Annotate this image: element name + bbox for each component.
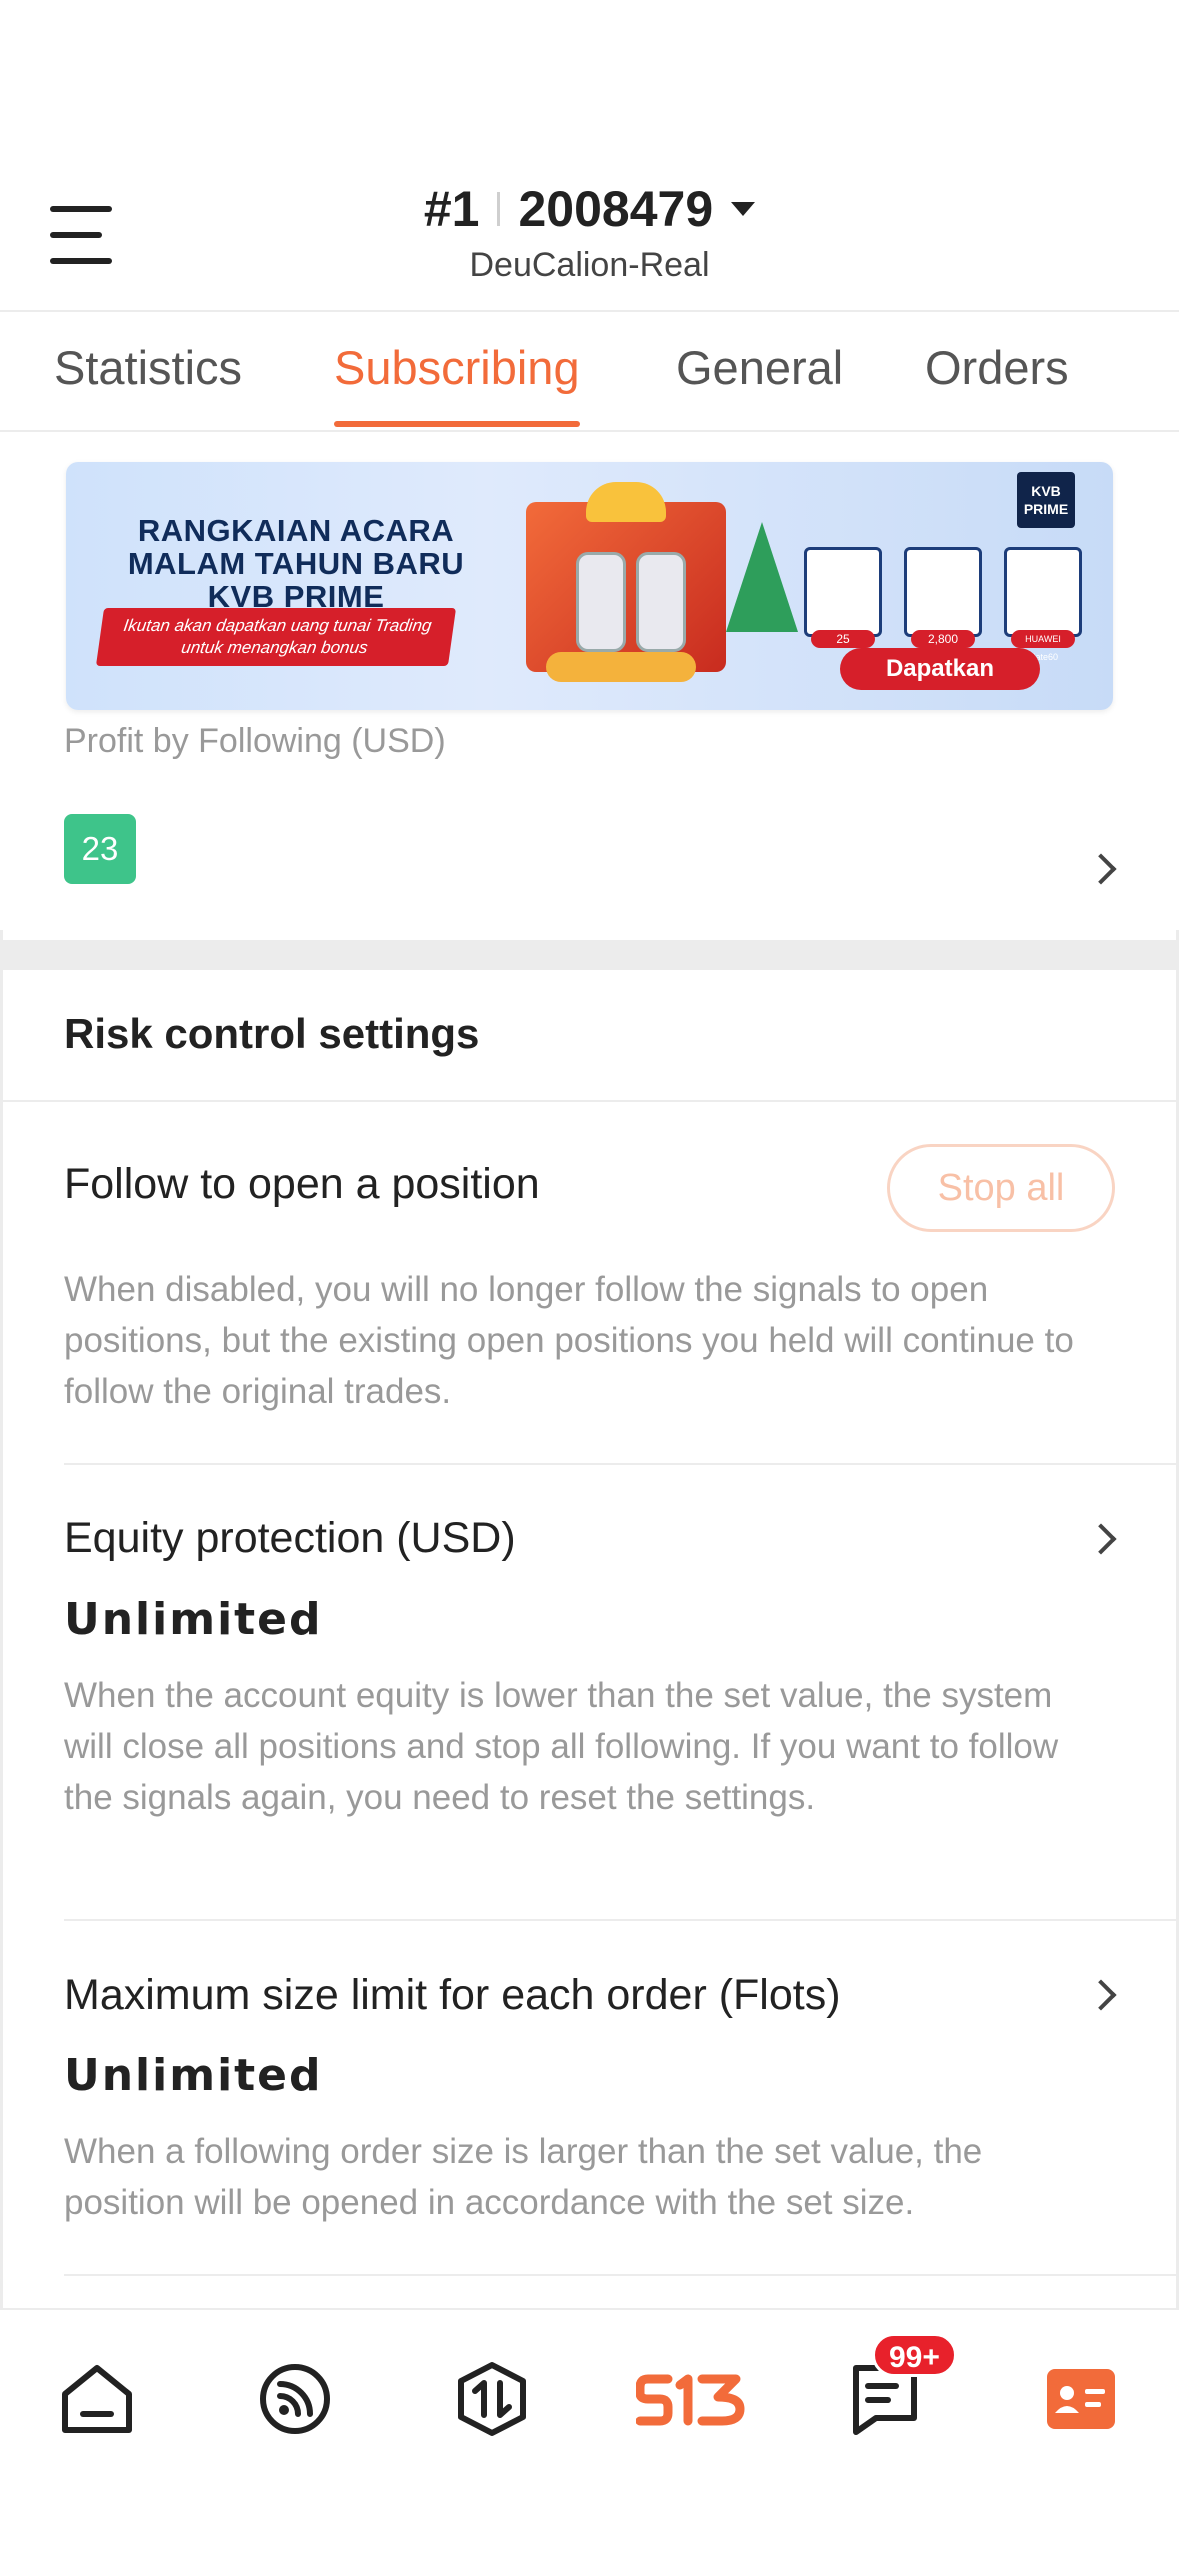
row-divider bbox=[64, 2274, 1179, 2276]
chevron-right-icon[interactable] bbox=[1085, 1979, 1117, 2011]
equity-protection-description: When the account equity is lower than th… bbox=[64, 1676, 1059, 1817]
chevron-right-icon[interactable] bbox=[1085, 853, 1117, 885]
account-rank: #1 bbox=[423, 181, 480, 237]
row-divider bbox=[64, 1463, 1179, 1465]
profit-label: Profit by Following (USD) bbox=[64, 722, 446, 760]
coins-image bbox=[546, 652, 696, 682]
promo-banner[interactable]: RANGKAIAN ACARA MALAM TAHUN BARU KVB PRI… bbox=[66, 462, 1113, 710]
tab-statistics[interactable]: Statistics bbox=[54, 340, 242, 395]
phone-image bbox=[636, 552, 686, 652]
chevron-right-icon[interactable] bbox=[1085, 1523, 1117, 1555]
profile-card-icon[interactable] bbox=[1036, 2354, 1126, 2444]
row-divider bbox=[64, 1919, 1179, 1921]
s13-logo-icon[interactable] bbox=[636, 2354, 746, 2444]
equity-protection-value: Unlimited bbox=[64, 1594, 323, 1645]
banner-ribbon: Ikutan akan dapatkan uang tunai Trading … bbox=[95, 608, 457, 666]
follow-open-title: Follow to open a position bbox=[64, 1160, 540, 1208]
prize-card: HUAWEI Mate60 bbox=[1004, 547, 1082, 662]
tab-subscribing[interactable]: Subscribing bbox=[334, 340, 580, 427]
prize-card: 2,800 bbox=[904, 547, 982, 648]
banner-cta-button[interactable]: Dapatkan bbox=[840, 648, 1040, 690]
banner-title: RANGKAIAN ACARA MALAM TAHUN BARU KVB PRI… bbox=[127, 513, 465, 614]
bottom-nav bbox=[0, 2308, 1179, 2556]
caret-down-icon[interactable] bbox=[731, 202, 756, 216]
signal-feed-icon[interactable] bbox=[250, 2354, 340, 2444]
tab-general[interactable]: General bbox=[676, 340, 843, 395]
prize-card: 25 bbox=[804, 547, 882, 648]
account-name: DeuCalion-Real bbox=[469, 246, 710, 284]
tab-bar: Statistics Subscribing General Orders bbox=[0, 312, 1179, 432]
equity-protection-title: Equity protection (USD) bbox=[64, 1514, 516, 1562]
section-divider bbox=[0, 940, 1179, 970]
phone-image bbox=[576, 552, 626, 652]
max-size-description: When a following order size is larger th… bbox=[64, 2132, 983, 2222]
top-header: #1 2008479 DeuCalion-Real bbox=[0, 0, 1179, 312]
active-tab-indicator bbox=[334, 421, 580, 427]
stop-all-button[interactable]: Stop all bbox=[887, 1144, 1115, 1232]
account-separator bbox=[497, 192, 501, 226]
card-edge-left bbox=[0, 930, 3, 2310]
tree-image bbox=[726, 522, 798, 632]
message-count-badge: 99+ bbox=[872, 2333, 957, 2377]
account-selector[interactable]: #1 2008479 DeuCalion-Real bbox=[0, 180, 1179, 285]
risk-title: Risk control settings bbox=[64, 1010, 480, 1057]
trade-icon[interactable] bbox=[447, 2354, 537, 2444]
tab-orders[interactable]: Orders bbox=[925, 340, 1069, 395]
tab-subscribing-label: Subscribing bbox=[334, 341, 580, 394]
max-size-value: Unlimited bbox=[64, 2050, 323, 2101]
kvb-logo: KVB PRIME bbox=[1017, 472, 1075, 528]
risk-section-header: Risk control settings bbox=[0, 970, 1179, 1102]
prize-tag: HUAWEI Mate60 bbox=[1011, 630, 1075, 662]
gift-box-image bbox=[526, 482, 726, 672]
follow-open-description: When disabled, you will no longer follow… bbox=[64, 1270, 1074, 1411]
prize-tag: 25 bbox=[811, 630, 875, 648]
home-icon[interactable] bbox=[52, 2354, 142, 2444]
profit-badge: 23 bbox=[64, 814, 136, 884]
prize-tag: 2,800 bbox=[911, 630, 975, 648]
max-size-title: Maximum size limit for each order (Flots… bbox=[64, 1971, 841, 2019]
account-number: 2008479 bbox=[518, 181, 714, 237]
